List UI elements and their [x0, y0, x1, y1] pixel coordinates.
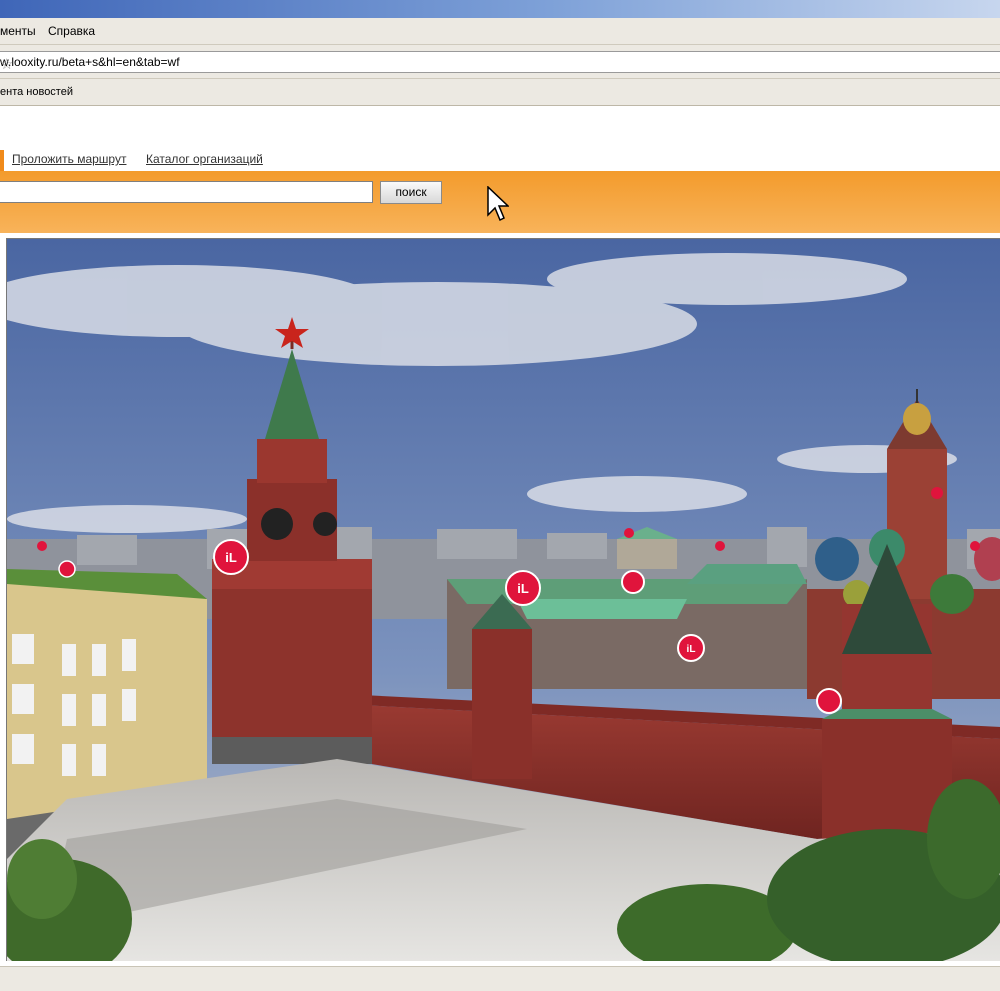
route-link[interactable]: Проложить маршрут: [12, 152, 126, 166]
menu-bar: менты Справка: [0, 18, 1000, 45]
location-marker[interactable]: [58, 560, 76, 578]
svg-text:iL: iL: [517, 581, 529, 596]
3d-city-viewer[interactable]: iL iL iL: [6, 238, 1000, 961]
location-marker[interactable]: iL: [505, 570, 541, 606]
svg-text:iL: iL: [225, 550, 237, 565]
menu-item-help[interactable]: Справка: [48, 24, 95, 38]
status-bar: [0, 966, 1000, 991]
window-titlebar: [0, 0, 1000, 18]
location-marker[interactable]: iL: [677, 634, 705, 662]
mouse-cursor-icon: [487, 186, 509, 222]
location-marker[interactable]: [621, 570, 645, 594]
location-marker[interactable]: [931, 487, 943, 499]
page-content: Проложить маршрут Каталог организаций по…: [0, 106, 1000, 966]
address-input[interactable]: w.looxity.ru/beta+s&hl=en&tab=wf ☆: [0, 51, 1000, 73]
address-toolbar: w.looxity.ru/beta+s&hl=en&tab=wf ☆: [0, 45, 1000, 79]
search-button[interactable]: поиск: [380, 181, 442, 204]
location-marker[interactable]: [970, 541, 980, 551]
red-square-scene[interactable]: iL iL iL: [7, 239, 1000, 961]
search-input[interactable]: [0, 181, 373, 203]
bookmarks-bar: ента новостей: [0, 79, 1000, 106]
catalog-link[interactable]: Каталог организаций: [146, 152, 263, 166]
location-marker[interactable]: [816, 688, 842, 714]
location-marker[interactable]: [715, 541, 725, 551]
menu-item-instruments[interactable]: менты: [0, 24, 36, 38]
location-marker[interactable]: iL: [213, 539, 249, 575]
location-marker[interactable]: [37, 541, 47, 551]
bookmark-star-icon[interactable]: ☆: [0, 55, 996, 73]
active-tab-marker: [0, 150, 4, 171]
location-marker[interactable]: [624, 528, 634, 538]
svg-text:iL: iL: [687, 644, 696, 655]
bookmark-item-news[interactable]: ента новостей: [0, 86, 73, 98]
